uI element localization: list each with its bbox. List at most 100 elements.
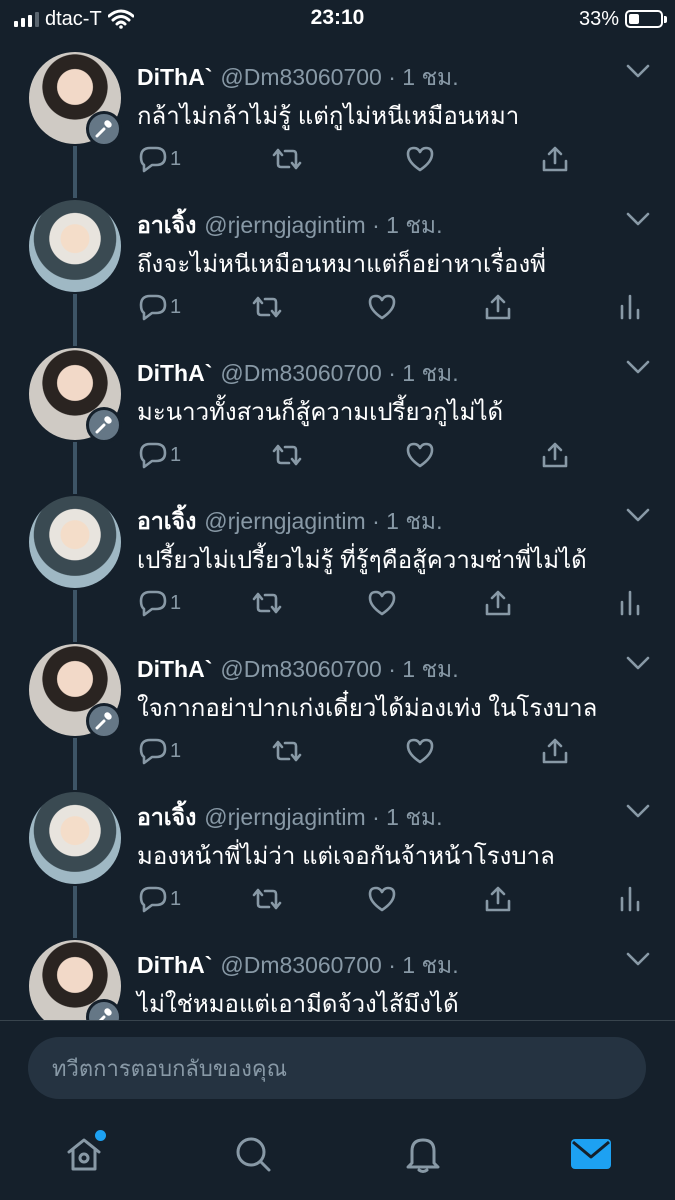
- tweet-text: เปรี้ยวไม่เปรี้ยวไม่รู้ ที่รู้ๆคือสู้ควา…: [137, 547, 587, 574]
- analytics-button[interactable]: [618, 586, 642, 620]
- heart-icon: [368, 886, 396, 912]
- reply-button[interactable]: 1: [138, 290, 181, 324]
- tweet-item[interactable]: อาเจิ้ง @rjerngjagintim · 1 ชม. เปรี้ยวไม่…: [0, 482, 675, 630]
- like-button[interactable]: [367, 586, 397, 620]
- reply-icon: [139, 590, 167, 617]
- tweet-item[interactable]: DiThA` @Dm83060700 · 1 ชม. มะนาวทั้งสวนก็ส…: [0, 334, 675, 482]
- battery-icon: [625, 10, 667, 28]
- reply-button[interactable]: 1: [138, 882, 181, 916]
- author-name[interactable]: อาเจิ้ง: [137, 212, 196, 238]
- heart-icon: [406, 442, 434, 468]
- tweet-text: ใจกากอย่าปากเก่งเดี๋ยวได้ม่องเท่ง ในโรงบ…: [137, 695, 598, 722]
- reply-count: 1: [170, 591, 182, 614]
- like-button[interactable]: [405, 734, 435, 768]
- avatar[interactable]: [29, 496, 121, 588]
- bell-icon: [406, 1138, 440, 1173]
- chevron-down-icon[interactable]: [625, 802, 651, 820]
- retweet-icon: [272, 444, 302, 466]
- reply-icon: [139, 146, 167, 173]
- retweet-button[interactable]: [270, 438, 304, 472]
- status-right: 33%: [579, 6, 667, 32]
- avatar[interactable]: [29, 792, 121, 884]
- reply-button[interactable]: 1: [138, 586, 181, 620]
- tweet-item[interactable]: อาเจิ้ง @rjerngjagintim · 1 ชม. มองหน้าพี่…: [0, 778, 675, 926]
- retweet-button[interactable]: [270, 734, 304, 768]
- chevron-down-icon[interactable]: [625, 62, 651, 80]
- search-icon: [236, 1137, 271, 1172]
- avatar[interactable]: [29, 200, 121, 292]
- author-name[interactable]: DiThA`: [137, 656, 212, 682]
- chevron-down-icon[interactable]: [625, 506, 651, 524]
- author-name[interactable]: อาเจิ้ง: [137, 804, 196, 830]
- tweet-item[interactable]: DiThA` @Dm83060700 · 1 ชม. ไม่ใช่หมอแต่เอา…: [0, 926, 675, 1020]
- author-handle-time: @rjerngjagintim · 1 ชม.: [204, 508, 443, 534]
- tweet-text: มองหน้าพี่ไม่ว่า แต่เจอกันจ้าหน้าโรงบาล: [137, 843, 555, 870]
- tab-messages[interactable]: [569, 1132, 613, 1176]
- tweet-text: ถึงจะไม่หนีเหมือนหมาแต่ก็อย่าหาเรื่องพี่: [137, 251, 546, 278]
- notification-dot: [95, 1130, 106, 1141]
- share-icon: [542, 442, 568, 468]
- author-name[interactable]: DiThA`: [137, 64, 212, 90]
- share-button[interactable]: [540, 438, 570, 472]
- retweet-icon: [272, 740, 302, 762]
- retweet-icon: [272, 148, 302, 170]
- author-handle-time: @Dm83060700 · 1 ชม.: [220, 656, 459, 682]
- tweet-header: DiThA` @Dm83060700 · 1 ชม.: [137, 652, 459, 688]
- share-icon: [485, 590, 511, 616]
- tweet-text: มะนาวทั้งสวนก็สู้ความเปรี้ยวกูไม่ได้: [137, 399, 504, 426]
- tweet-actions: 1: [0, 586, 675, 620]
- heart-icon: [368, 590, 396, 616]
- share-icon: [542, 738, 568, 764]
- tweet-header: DiThA` @Dm83060700 · 1 ชม.: [137, 356, 459, 392]
- author-handle-time: @rjerngjagintim · 1 ชม.: [204, 804, 443, 830]
- tab-search[interactable]: [231, 1132, 275, 1176]
- author-handle-time: @Dm83060700 · 1 ชม.: [220, 64, 459, 90]
- reply-icon: [139, 442, 167, 469]
- battery-fill: [629, 14, 639, 24]
- tweet-text: ไม่ใช่หมอแต่เอามีดจ้วงไส้มึงได้: [137, 991, 459, 1018]
- like-button[interactable]: [405, 142, 435, 176]
- tab-bar: [0, 1102, 675, 1200]
- share-button[interactable]: [483, 882, 513, 916]
- reply-count: 1: [170, 739, 182, 762]
- chevron-down-icon[interactable]: [625, 358, 651, 376]
- tweet-actions: 1: [0, 882, 675, 916]
- reply-input[interactable]: ทวีตการตอบกลับของคุณ: [28, 1037, 646, 1099]
- share-button[interactable]: [483, 290, 513, 324]
- reply-button[interactable]: 1: [138, 734, 181, 768]
- reply-icon: [139, 738, 167, 765]
- share-button[interactable]: [483, 586, 513, 620]
- reply-button[interactable]: 1: [138, 142, 181, 176]
- like-button[interactable]: [367, 290, 397, 324]
- tweet-header: DiThA` @Dm83060700 · 1 ชม.: [137, 60, 459, 96]
- retweet-button[interactable]: [250, 290, 284, 324]
- mail-icon: [571, 1139, 611, 1169]
- tweet-text: กล้าไม่กล้าไม่รู้ แต่กูไม่หนีเหมือนหมา: [137, 103, 520, 130]
- author-handle-time: @Dm83060700 · 1 ชม.: [220, 952, 459, 978]
- author-name[interactable]: DiThA`: [137, 952, 212, 978]
- conversation-thread[interactable]: DiThA` @Dm83060700 · 1 ชม. กล้าไม่กล้าไม่ร…: [0, 38, 675, 1020]
- author-name[interactable]: อาเจิ้ง: [137, 508, 196, 534]
- retweet-button[interactable]: [250, 586, 284, 620]
- analytics-button[interactable]: [618, 290, 642, 324]
- heart-icon: [368, 294, 396, 320]
- tweet-item[interactable]: DiThA` @Dm83060700 · 1 ชม. ใจกากอย่าปากเก่…: [0, 630, 675, 778]
- tweet-header: DiThA` @Dm83060700 · 1 ชม.: [137, 948, 459, 984]
- like-button[interactable]: [367, 882, 397, 916]
- tab-notifications[interactable]: [401, 1132, 445, 1176]
- reply-button[interactable]: 1: [138, 438, 181, 472]
- retweet-button[interactable]: [270, 142, 304, 176]
- share-button[interactable]: [540, 142, 570, 176]
- tweet-item[interactable]: อาเจิ้ง @rjerngjagintim · 1 ชม. ถึงจะไม่หน…: [0, 186, 675, 334]
- share-button[interactable]: [540, 734, 570, 768]
- tweet-header: อาเจิ้ง @rjerngjagintim · 1 ชม.: [137, 800, 442, 836]
- chevron-down-icon[interactable]: [625, 654, 651, 672]
- retweet-button[interactable]: [250, 882, 284, 916]
- chevron-down-icon[interactable]: [625, 210, 651, 228]
- like-button[interactable]: [405, 438, 435, 472]
- analytics-button[interactable]: [618, 882, 642, 916]
- tweet-item[interactable]: DiThA` @Dm83060700 · 1 ชม. กล้าไม่กล้าไม่ร…: [0, 38, 675, 186]
- tweet-header: อาเจิ้ง @rjerngjagintim · 1 ชม.: [137, 208, 442, 244]
- author-name[interactable]: DiThA`: [137, 360, 212, 386]
- chevron-down-icon[interactable]: [625, 950, 651, 968]
